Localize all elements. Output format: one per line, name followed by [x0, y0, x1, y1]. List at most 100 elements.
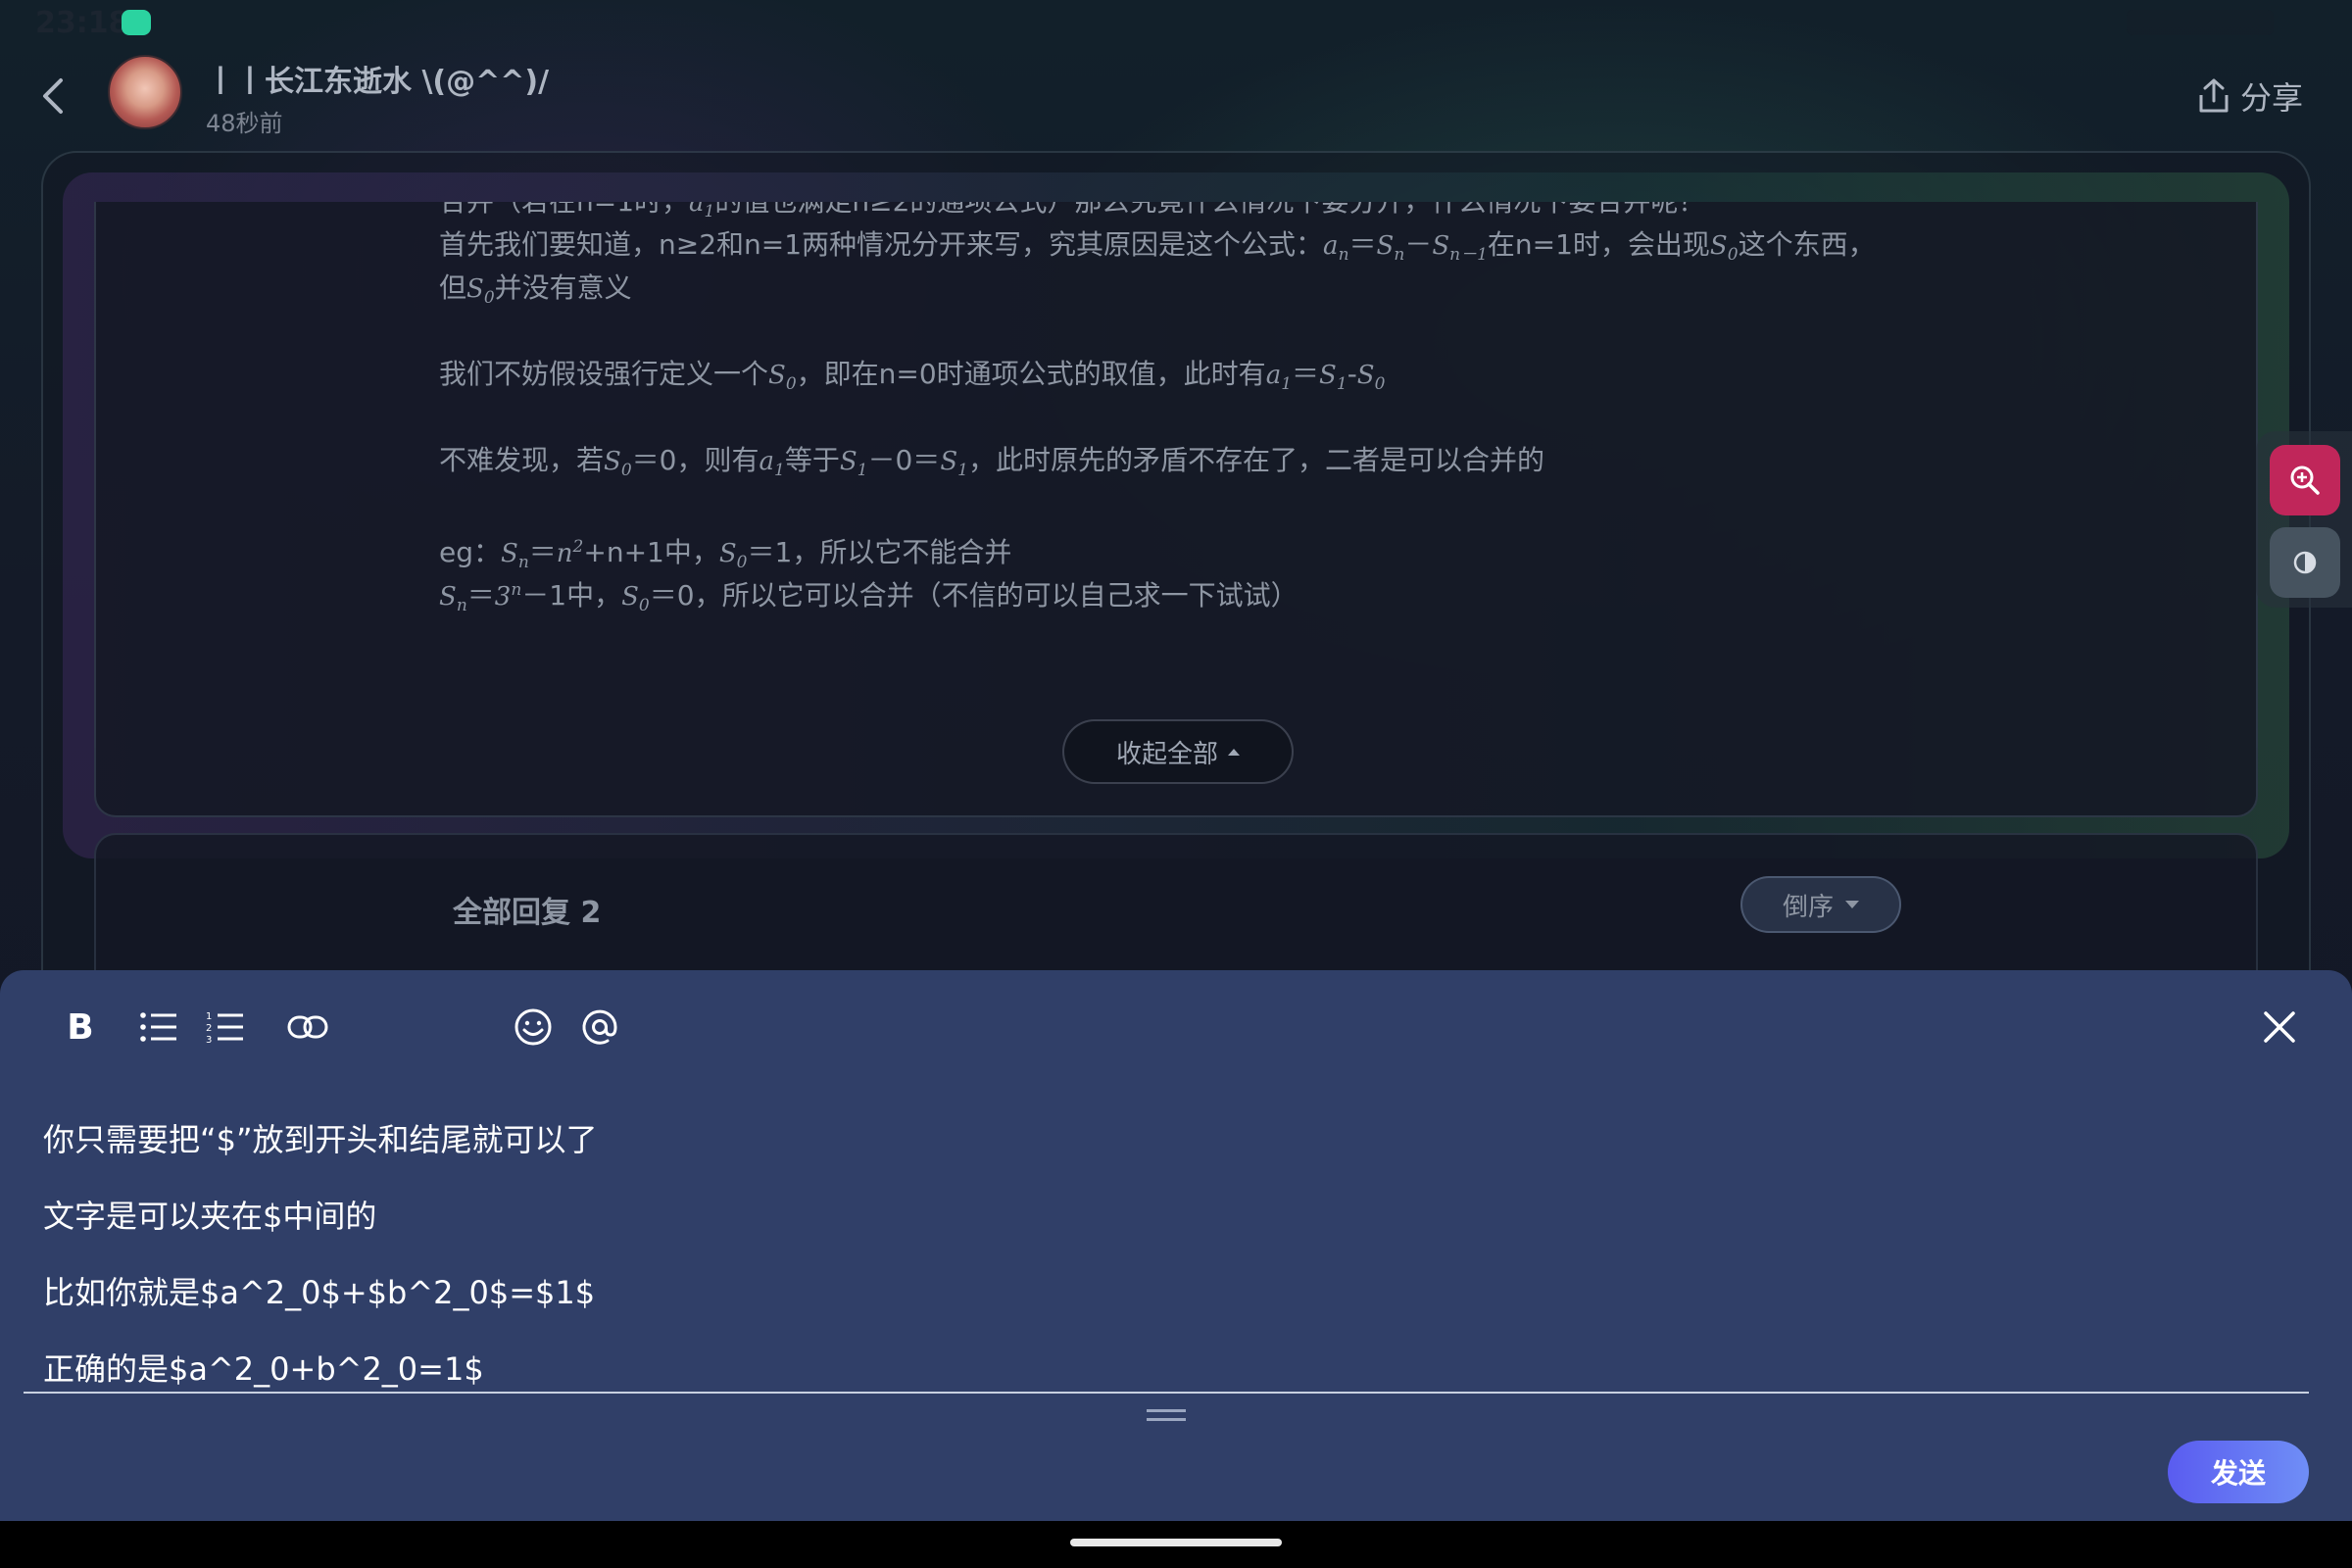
math-subscript: 1 — [1281, 374, 1293, 394]
collapse-all-button[interactable]: 收起全部 — [1062, 719, 1294, 784]
post-text-fragment: ，即在n=0时通项公式的取值，此时有 — [796, 358, 1266, 390]
at-mention-icon — [582, 1009, 617, 1045]
math-subscript: 1 — [704, 202, 715, 221]
math-symbol: S0 — [768, 361, 797, 394]
svg-text:3: 3 — [206, 1035, 212, 1045]
svg-text:2: 2 — [206, 1023, 212, 1034]
math-base: S — [1376, 231, 1395, 261]
post-text-fragment: ＝1，所以它不能合并 — [747, 536, 1012, 568]
sort-order-button[interactable]: 倒序 — [1740, 876, 1901, 933]
math-base: S — [1356, 361, 1375, 390]
replies-title: 全部回复 2 — [453, 896, 602, 930]
reply-editor[interactable]: 你只需要把“$”放到开头和结尾就可以了 文字是可以夹在$中间的 比如你就是$a^… — [24, 1088, 2309, 1394]
zoom-in-icon — [2290, 466, 2320, 495]
post-line: 合并（若在n=1时，a1的值也满足n≥2的通项公式）那么究竟什么情况下要分开，什… — [439, 202, 2046, 223]
emoji-button[interactable] — [506, 1000, 561, 1054]
math-subscript: 0 — [638, 596, 650, 615]
math-subscript: n — [1394, 245, 1405, 265]
post-text-fragment: 在n=1时，会出现 — [1487, 228, 1710, 261]
post-text-fragment: 并没有意义 — [494, 271, 632, 304]
zoom-button[interactable] — [2270, 445, 2340, 515]
post-text-fragment: 但 — [439, 271, 467, 304]
author-avatar[interactable] — [108, 55, 182, 129]
math-subscript: 1 — [1336, 374, 1348, 394]
math-subscript: n－1 — [1449, 245, 1488, 265]
back-button[interactable] — [33, 71, 73, 122]
post-text-fragment: ，此时原先的矛盾不存在了，二者是可以合并的 — [967, 444, 1544, 476]
link-button[interactable] — [280, 1000, 335, 1054]
caret-up-icon — [1228, 748, 1240, 756]
editor-line: 文字是可以夹在$中间的 — [43, 1198, 377, 1235]
post-line: Sn＝3n－1中，S0＝0，所以它可以合并（不信的可以自己求一下试试） — [439, 568, 2046, 615]
math-subscript: 0 — [620, 461, 632, 480]
mention-button[interactable] — [572, 1000, 627, 1054]
math-base: S — [940, 447, 958, 476]
close-icon — [2264, 1011, 2295, 1043]
post-text-fragment: 这个东西， — [1738, 228, 1876, 261]
math-symbol: Sn — [439, 582, 467, 615]
math-symbol: Sn — [1376, 231, 1405, 265]
numbered-list-button[interactable]: 1 2 3 — [198, 1000, 253, 1054]
math-symbol: S1 — [839, 447, 868, 480]
contrast-button[interactable] — [2270, 527, 2340, 598]
math-superscript: 2 — [572, 537, 584, 557]
post-text-fragment: － — [1404, 228, 1433, 261]
math-symbol: S0 — [604, 447, 632, 480]
math-symbol: S0 — [718, 539, 748, 572]
post-text-fragment: 我们不妨假设强行定义一个 — [439, 358, 769, 390]
math-symbol: an — [1323, 231, 1348, 265]
post-line: 我们不妨假设强行定义一个S0，即在n=0时通项公式的取值，此时有a1＝S1-S0 — [439, 353, 2046, 396]
post-text-fragment: ＝0，则有 — [631, 444, 760, 476]
author-name[interactable]: 丨丨长江东逝水 \(@^^)/ — [206, 57, 549, 100]
post-text-fragment: 的值也满足n≥2的通项公式）那么究竟什么情况下要分开，什么情况下要合并呢？ — [714, 202, 1705, 218]
math-symbol: 3n — [494, 580, 522, 612]
math-superscript: n — [511, 580, 522, 600]
math-subscript: 0 — [785, 374, 797, 394]
home-indicator[interactable] — [1070, 1539, 1282, 1546]
share-button[interactable]: 分享 — [2197, 74, 2303, 118]
post-text-fragment: －0＝ — [867, 444, 941, 476]
math-base: S — [768, 361, 786, 390]
math-base: a — [1265, 361, 1282, 390]
emoji-icon — [514, 1008, 552, 1046]
math-base: S — [1319, 361, 1337, 390]
post-line: 首先我们要知道，n≥2和n=1两种情况分开来写，究其原因是这个公式：an＝Sn－… — [439, 223, 2046, 267]
app-notification-icon — [122, 10, 151, 35]
svg-text:1: 1 — [206, 1011, 212, 1022]
math-base: S — [604, 447, 621, 476]
bold-button[interactable]: B — [53, 1000, 108, 1054]
post-text-fragment: 不难发现，若 — [439, 444, 605, 476]
math-symbol: S0 — [466, 274, 495, 308]
close-composer-button[interactable] — [2250, 998, 2309, 1056]
post-time: 48秒前 — [206, 110, 283, 137]
editor-line: 比如你就是$a^2_0$+$b^2_0$=$1$ — [43, 1274, 596, 1311]
system-status-icons — [2127, 10, 2274, 35]
send-button[interactable]: 发送 — [2168, 1441, 2309, 1503]
math-subscript: 1 — [957, 461, 968, 480]
post-text-fragment: 等于 — [784, 444, 840, 476]
math-base: 3 — [494, 582, 512, 612]
editor-resize-handle[interactable] — [1147, 1409, 1186, 1421]
math-base: S — [839, 447, 858, 476]
math-base: a — [1323, 231, 1339, 261]
post-text-fragment: ＝ — [1292, 358, 1320, 390]
post-text-fragment: 首先我们要知道，n≥2和n=1两种情况分开来写，究其原因是这个公式： — [439, 228, 1324, 261]
bullet-list-button[interactable] — [131, 1000, 186, 1054]
bullet-list-icon — [140, 1012, 176, 1042]
math-symbol: S1 — [940, 447, 968, 480]
math-subscript: 0 — [483, 288, 495, 308]
math-base: S — [718, 539, 737, 568]
math-base: a — [689, 202, 705, 218]
math-base: S — [466, 274, 484, 304]
status-bar: 23:18 — [0, 0, 2352, 47]
math-base: S — [501, 539, 518, 568]
post-text-fragment: - — [1347, 358, 1357, 390]
math-base: n — [556, 539, 573, 568]
math-base: S — [621, 582, 639, 612]
contrast-icon — [2293, 551, 2317, 574]
math-symbol: n2 — [556, 537, 584, 568]
post-text-fragment: 合并（若在n=1时， — [439, 202, 689, 218]
post-line: 但S0并没有意义 — [439, 267, 2046, 310]
math-symbol: S0 — [1710, 231, 1739, 265]
